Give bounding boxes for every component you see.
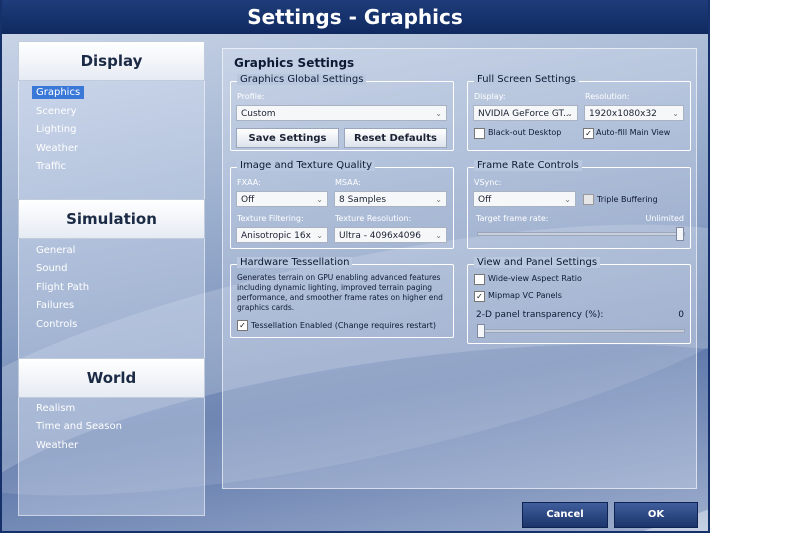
vsync-value: Off bbox=[478, 195, 492, 205]
panel-transparency-slider-track[interactable] bbox=[477, 329, 685, 333]
target-frame-rate-slider-track[interactable] bbox=[477, 232, 685, 236]
sidebar-item-weather[interactable]: Weather bbox=[32, 142, 82, 155]
msaa-label: MSAA: bbox=[335, 178, 361, 187]
resolution-select[interactable]: 1920x1080x32 ⌄ bbox=[584, 105, 684, 121]
autofill-main-view-label: Auto-fill Main View bbox=[596, 128, 671, 137]
blackout-desktop-label: Black-out Desktop bbox=[488, 128, 562, 137]
chevron-down-icon: ⌄ bbox=[435, 195, 442, 204]
mipmap-vc-panels-checkbox[interactable]: ✓ bbox=[474, 291, 485, 302]
sidebar-item-sound[interactable]: Sound bbox=[32, 262, 72, 275]
panel-transparency-slider-thumb[interactable] bbox=[477, 324, 485, 338]
fxaa-label: FXAA: bbox=[237, 178, 261, 187]
wide-view-label: Wide-view Aspect Ratio bbox=[488, 274, 582, 283]
sidebar-section-world[interactable]: World bbox=[18, 358, 205, 398]
sidebar-item-realism[interactable]: Realism bbox=[32, 402, 79, 415]
target-frame-rate-slider-thumb[interactable] bbox=[676, 227, 684, 241]
fxaa-select[interactable]: Off ⌄ bbox=[236, 191, 328, 207]
sidebar-item-scenery[interactable]: Scenery bbox=[32, 105, 81, 118]
msaa-value: 8 Samples bbox=[339, 195, 387, 205]
title-bar: Settings - Graphics bbox=[0, 0, 710, 34]
texture-resolution-value: Ultra - 4096x4096 bbox=[339, 231, 421, 241]
profile-select[interactable]: Custom ⌄ bbox=[236, 105, 447, 121]
chevron-down-icon: ⌄ bbox=[672, 109, 679, 118]
fxaa-value: Off bbox=[241, 195, 255, 205]
texture-filtering-label: Texture Filtering: bbox=[237, 214, 304, 223]
group-label: Full Screen Settings bbox=[474, 74, 579, 85]
vsync-select[interactable]: Off ⌄ bbox=[473, 191, 576, 207]
display-value: NVIDIA GeForce GT... bbox=[478, 109, 572, 119]
profile-value: Custom bbox=[241, 109, 276, 119]
texture-resolution-label: Texture Resolution: bbox=[335, 214, 412, 223]
chevron-down-icon: ⌄ bbox=[435, 231, 442, 240]
target-frame-rate-label: Target frame rate: bbox=[476, 214, 549, 223]
chevron-down-icon: ⌄ bbox=[316, 231, 323, 240]
chevron-down-icon: ⌄ bbox=[435, 109, 442, 118]
reset-defaults-button[interactable]: Reset Defaults bbox=[344, 128, 447, 148]
chevron-down-icon: ⌄ bbox=[316, 195, 323, 204]
wide-view-checkbox[interactable] bbox=[474, 274, 485, 285]
texture-filtering-value: Anisotropic 16x bbox=[241, 231, 311, 241]
group-label: View and Panel Settings bbox=[474, 257, 601, 268]
tessellation-description: Generates terrain on GPU enabling advanc… bbox=[237, 273, 443, 312]
texture-filtering-select[interactable]: Anisotropic 16x ⌄ bbox=[236, 227, 328, 243]
cancel-button[interactable]: Cancel bbox=[522, 502, 608, 528]
tessellation-enabled-label: Tessellation Enabled (Change requires re… bbox=[251, 321, 437, 330]
group-label: Hardware Tessellation bbox=[237, 257, 353, 268]
sidebar-item-controls[interactable]: Controls bbox=[32, 318, 81, 331]
sidebar-section-display[interactable]: Display bbox=[18, 41, 205, 81]
autofill-main-view-checkbox[interactable]: ✓ bbox=[583, 128, 594, 139]
texture-resolution-select[interactable]: Ultra - 4096x4096 ⌄ bbox=[334, 227, 447, 243]
settings-window: Settings - Graphics Display Graphics Sce… bbox=[0, 0, 710, 533]
chevron-down-icon: ⌄ bbox=[564, 195, 571, 204]
window-title: Settings - Graphics bbox=[247, 5, 463, 29]
chevron-down-icon: ⌄ bbox=[566, 109, 573, 118]
display-select[interactable]: NVIDIA GeForce GT... ⌄ bbox=[473, 105, 578, 121]
triple-buffering-label: Triple Buffering bbox=[597, 195, 658, 204]
page-title: Graphics Settings bbox=[234, 56, 355, 70]
ok-button[interactable]: OK bbox=[614, 502, 698, 528]
window-border-left bbox=[0, 0, 2, 533]
panel-transparency-value: 0 bbox=[678, 310, 684, 320]
mipmap-vc-panels-label: Mipmap VC Panels bbox=[488, 291, 562, 300]
vsync-label: VSync: bbox=[474, 178, 502, 187]
resolution-value: 1920x1080x32 bbox=[589, 109, 657, 119]
profile-label: Profile: bbox=[237, 92, 265, 101]
sidebar-item-time-and-season[interactable]: Time and Season bbox=[32, 420, 126, 433]
window-border-right bbox=[708, 0, 710, 533]
panel-transparency-label: 2-D panel transparency (%): bbox=[476, 310, 604, 320]
blackout-desktop-checkbox[interactable] bbox=[474, 128, 485, 139]
resolution-label: Resolution: bbox=[585, 92, 630, 101]
sidebar-item-general[interactable]: General bbox=[32, 244, 79, 257]
sidebar-item-lighting[interactable]: Lighting bbox=[32, 123, 80, 136]
sidebar-section-simulation[interactable]: Simulation bbox=[18, 199, 205, 239]
tessellation-enabled-checkbox[interactable]: ✓ bbox=[237, 320, 248, 331]
sidebar-item-failures[interactable]: Failures bbox=[32, 299, 78, 312]
triple-buffering-checkbox[interactable] bbox=[583, 194, 594, 205]
group-label: Graphics Global Settings bbox=[237, 74, 367, 85]
group-label: Image and Texture Quality bbox=[237, 160, 376, 171]
save-settings-button[interactable]: Save Settings bbox=[236, 128, 339, 148]
msaa-select[interactable]: 8 Samples ⌄ bbox=[334, 191, 447, 207]
sidebar-item-flight-path[interactable]: Flight Path bbox=[32, 281, 93, 294]
group-label: Frame Rate Controls bbox=[474, 160, 582, 171]
sidebar-item-world-weather[interactable]: Weather bbox=[32, 439, 82, 452]
display-label: Display: bbox=[474, 92, 506, 101]
sidebar-item-graphics[interactable]: Graphics bbox=[32, 86, 85, 99]
sidebar-item-traffic[interactable]: Traffic bbox=[32, 160, 70, 173]
target-frame-rate-value: Unlimited bbox=[645, 214, 684, 223]
